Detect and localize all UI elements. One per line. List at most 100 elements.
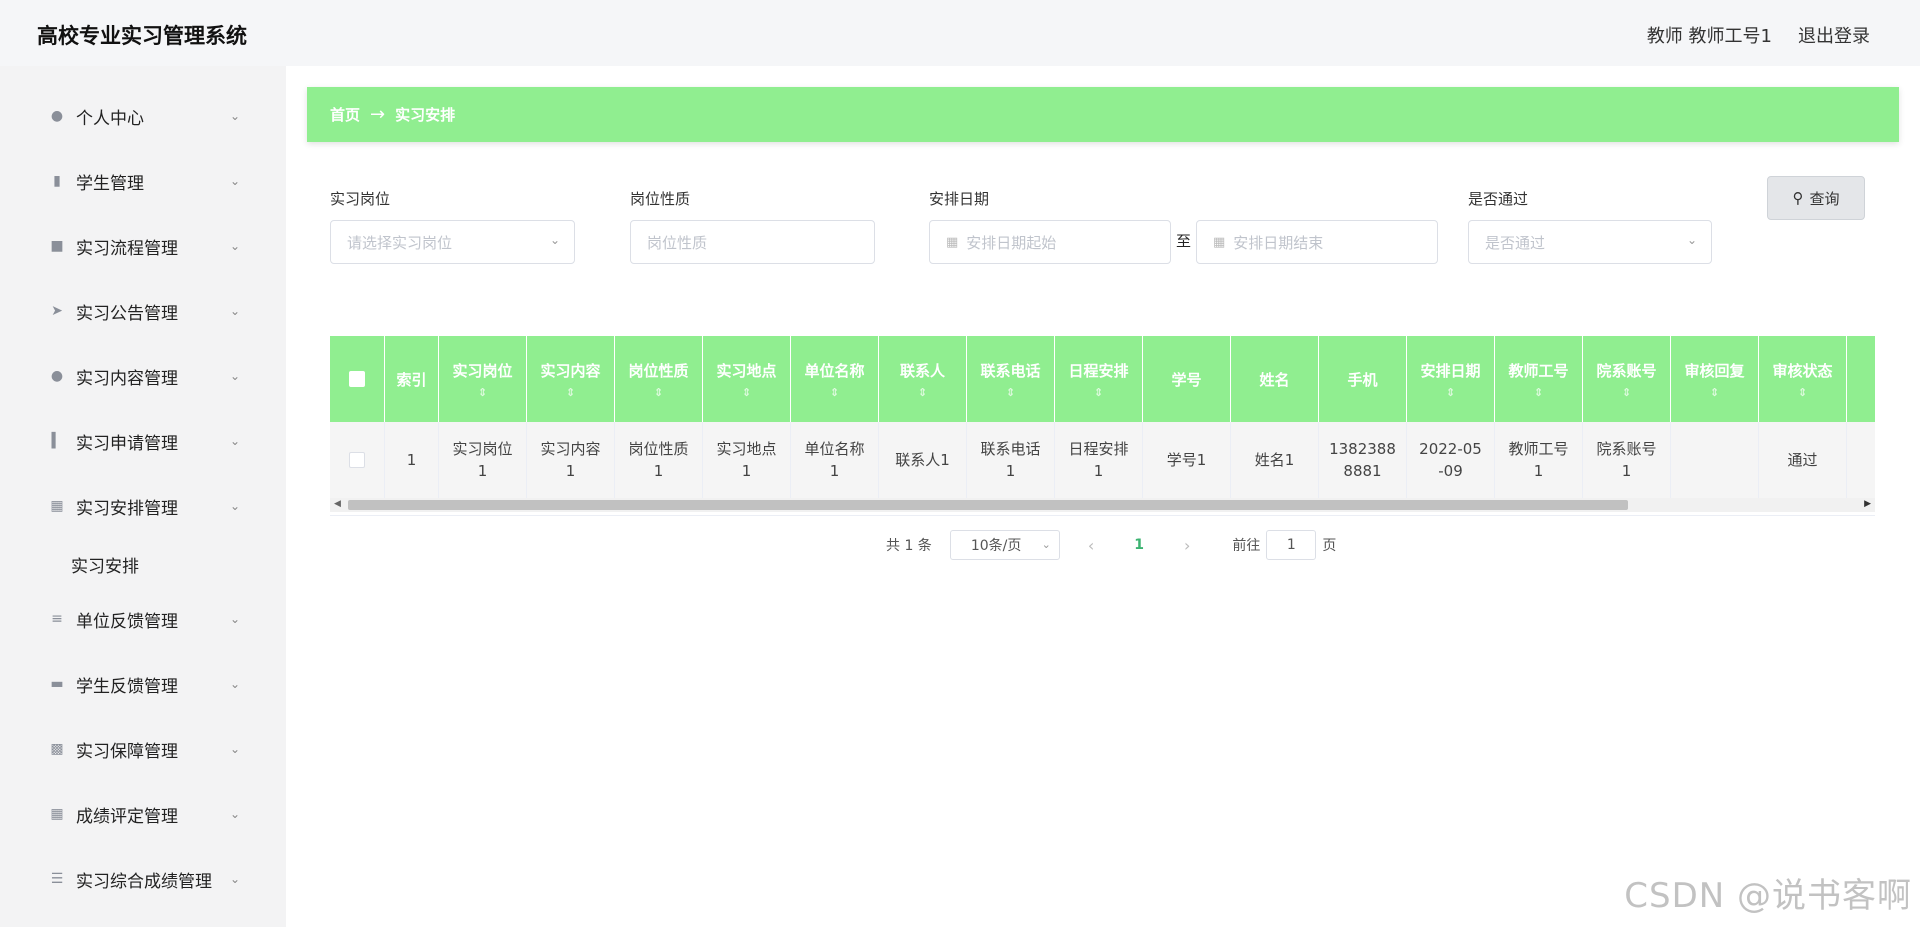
sidebar-item-notice-management[interactable]: ➤ 实习公告管理 ⌄ <box>0 283 286 339</box>
sidebar-item-guarantee-management[interactable]: ▩ 实习保障管理 ⌄ <box>0 721 286 777</box>
chevron-down-icon: ⌄ <box>229 174 241 188</box>
table-cell: 学号1 <box>1143 422 1231 498</box>
page-size-select[interactable]: 10条/页 ⌄ <box>949 530 1060 560</box>
date-start-input[interactable]: ▦ 安排日期起始 <box>929 220 1171 264</box>
chevron-down-icon: ⌄ <box>229 677 241 691</box>
sort-icon: ⇕ <box>1093 386 1104 399</box>
list-icon: ☰ <box>50 871 64 887</box>
horizontal-scrollbar[interactable]: ◀ ▶ <box>330 498 1875 512</box>
next-page-icon[interactable]: › <box>1184 536 1190 555</box>
sort-icon: ⇕ <box>829 386 840 399</box>
table-row[interactable]: 1 实习岗位 1 实习内容 1 岗位性质 1 实习地点 1 单位名称 1 联系人1 联系电… <box>330 422 1875 498</box>
table-cell: 实习地点 1 <box>703 422 791 498</box>
chevron-down-icon: ⌄ <box>229 742 241 756</box>
column-header[interactable]: 院系账号 ⇕ <box>1583 336 1671 422</box>
sidebar-item-arrangement-management[interactable]: ▦ 实习安排管理 ⌄ <box>0 478 286 534</box>
page-number[interactable]: 1 <box>1134 537 1144 553</box>
passed-label: 是否通过 <box>1468 190 1529 208</box>
table-cell: 日程安排 1 <box>1055 422 1143 498</box>
sidebar-item-student-feedback[interactable]: ▬ 学生反馈管理 ⌄ <box>0 656 286 712</box>
ticket-icon: ▬ <box>50 676 64 692</box>
column-header[interactable]: 岗位性质 ⇕ <box>615 336 703 422</box>
sidebar-item-label: 学生反馈管理 <box>76 676 178 697</box>
logout-button[interactable]: 退出登录 <box>1798 22 1870 48</box>
column-header[interactable]: 单位名称 ⇕ <box>791 336 879 422</box>
table-cell <box>1671 422 1759 498</box>
table-cell: 2022-05 -09 <box>1407 422 1495 498</box>
grid-icon: ▦ <box>50 498 64 514</box>
chevron-down-icon: ⌄ <box>229 872 241 886</box>
column-header[interactable]: 安排日期 ⇕ <box>1407 336 1495 422</box>
chevron-down-icon: ⌄ <box>229 369 241 383</box>
column-header[interactable]: 实习岗位 ⇕ <box>439 336 527 422</box>
sidebar-item-label: 单位反馈管理 <box>76 611 178 632</box>
chevron-down-icon: ⌄ <box>229 109 241 123</box>
chevron-down-icon: ⌄ <box>229 239 241 253</box>
sidebar-item-label: 实习流程管理 <box>76 238 178 259</box>
table-header: 索引 实习岗位 ⇕ 实习内容 ⇕ 岗位性质 ⇕ 实习地点 ⇕ 单位名称 ⇕ 联系人 ⇕ 联系… <box>330 336 1875 422</box>
sidebar-item-label: 实习安排管理 <box>76 498 178 519</box>
sidebar-item-label: 实习公告管理 <box>76 303 178 324</box>
sort-icon: ⇕ <box>653 386 664 399</box>
sidebar-item-overall-score[interactable]: ☰ 实习综合成绩管理 ⌄ <box>0 851 286 907</box>
table-cell: 实习岗位 1 <box>439 422 527 498</box>
row-checkbox[interactable] <box>349 452 365 468</box>
column-header[interactable]: 姓名 <box>1231 336 1319 422</box>
chevron-down-icon: ⌄ <box>1041 538 1051 551</box>
chevron-down-icon: ⌄ <box>1686 233 1697 247</box>
table-cell: 岗位性质 1 <box>615 422 703 498</box>
column-header[interactable]: 联系人 ⇕ <box>879 336 967 422</box>
goto-page-input[interactable]: 1 <box>1266 530 1317 560</box>
sidebar-subitem-arrangement[interactable]: 实习安排 <box>71 552 139 577</box>
sidebar-item-grading-management[interactable]: ▦ 成绩评定管理 ⌄ <box>0 786 286 842</box>
sidebar-item-label: 成绩评定管理 <box>76 806 178 827</box>
chevron-down-icon: ⌄ <box>229 434 241 448</box>
breadcrumb-home[interactable]: 首页 <box>330 104 360 125</box>
goto-label: 前往 <box>1232 538 1261 554</box>
column-header[interactable]: 实习地点 ⇕ <box>703 336 791 422</box>
column-header[interactable]: 审核状态 ⇕ <box>1759 336 1847 422</box>
sidebar-item-process-management[interactable]: ■ 实习流程管理 ⌄ <box>0 218 286 274</box>
sidebar-item-personal-center[interactable]: ● 个人中心 ⌄ <box>0 88 286 144</box>
scrollbar-thumb[interactable] <box>348 500 1628 510</box>
sidebar-item-label: 实习综合成绩管理 <box>76 871 212 892</box>
passed-select[interactable]: 是否通过 ⌄ <box>1468 220 1712 264</box>
select-all-checkbox[interactable] <box>349 371 365 387</box>
sort-icon: ⇕ <box>741 386 752 399</box>
column-header[interactable]: 日程安排 ⇕ <box>1055 336 1143 422</box>
query-button[interactable]: ⚲ 查询 <box>1767 176 1865 220</box>
prev-page-icon[interactable]: ‹ <box>1088 536 1094 555</box>
table-cell: 通过 <box>1759 422 1847 498</box>
sidebar: ● 个人中心 ⌄ ▮ 学生管理 ⌄ ■ 实习流程管理 ⌄ ➤ 实习公告管理 ⌄ … <box>0 66 286 927</box>
sidebar-item-label: 学生管理 <box>76 173 144 194</box>
table-cell: 1 <box>385 422 439 498</box>
sidebar-item-application-management[interactable]: ▍ 实习申请管理 ⌄ <box>0 413 286 469</box>
sort-icon: ⇕ <box>1797 386 1808 399</box>
sidebar-item-content-management[interactable]: ● 实习内容管理 ⌄ <box>0 348 286 404</box>
column-header[interactable]: 联系电话 ⇕ <box>967 336 1055 422</box>
table-cell: 教师工号 1 <box>1495 422 1583 498</box>
scroll-right-icon[interactable]: ▶ <box>1864 499 1871 509</box>
date-end-input[interactable]: ▦ 安排日期结束 <box>1196 220 1438 264</box>
pagination-total: 共 1 条 <box>886 538 932 554</box>
column-header[interactable]: 实习内容 ⇕ <box>527 336 615 422</box>
position-select-placeholder: 请选择实习岗位 <box>347 233 453 252</box>
position-label: 实习岗位 <box>330 190 391 208</box>
send-icon: ➤ <box>51 303 63 319</box>
nature-input[interactable]: 岗位性质 <box>630 220 875 264</box>
chevron-down-icon: ⌄ <box>229 807 241 821</box>
sidebar-item-unit-feedback[interactable]: ≡ 单位反馈管理 ⌄ <box>0 591 286 647</box>
breadcrumb-current: 实习安排 <box>395 106 456 124</box>
sort-icon: ⇕ <box>1709 386 1720 399</box>
column-header[interactable]: 教师工号 ⇕ <box>1495 336 1583 422</box>
scroll-left-icon[interactable]: ◀ <box>334 499 341 509</box>
column-header[interactable]: 学号 <box>1143 336 1231 422</box>
select-all-cell <box>330 336 385 422</box>
column-header[interactable]: 手机 <box>1319 336 1407 422</box>
column-header-overflow <box>1847 336 1875 422</box>
position-select[interactable]: 请选择实习岗位 ⌄ <box>330 220 575 264</box>
watermark: CSDN @说书客啊 <box>1624 876 1912 916</box>
sidebar-item-student-management[interactable]: ▮ 学生管理 ⌄ <box>0 153 286 209</box>
column-header[interactable]: 审核回复 ⇕ <box>1671 336 1759 422</box>
clipboard-icon: ▮ <box>53 173 61 189</box>
